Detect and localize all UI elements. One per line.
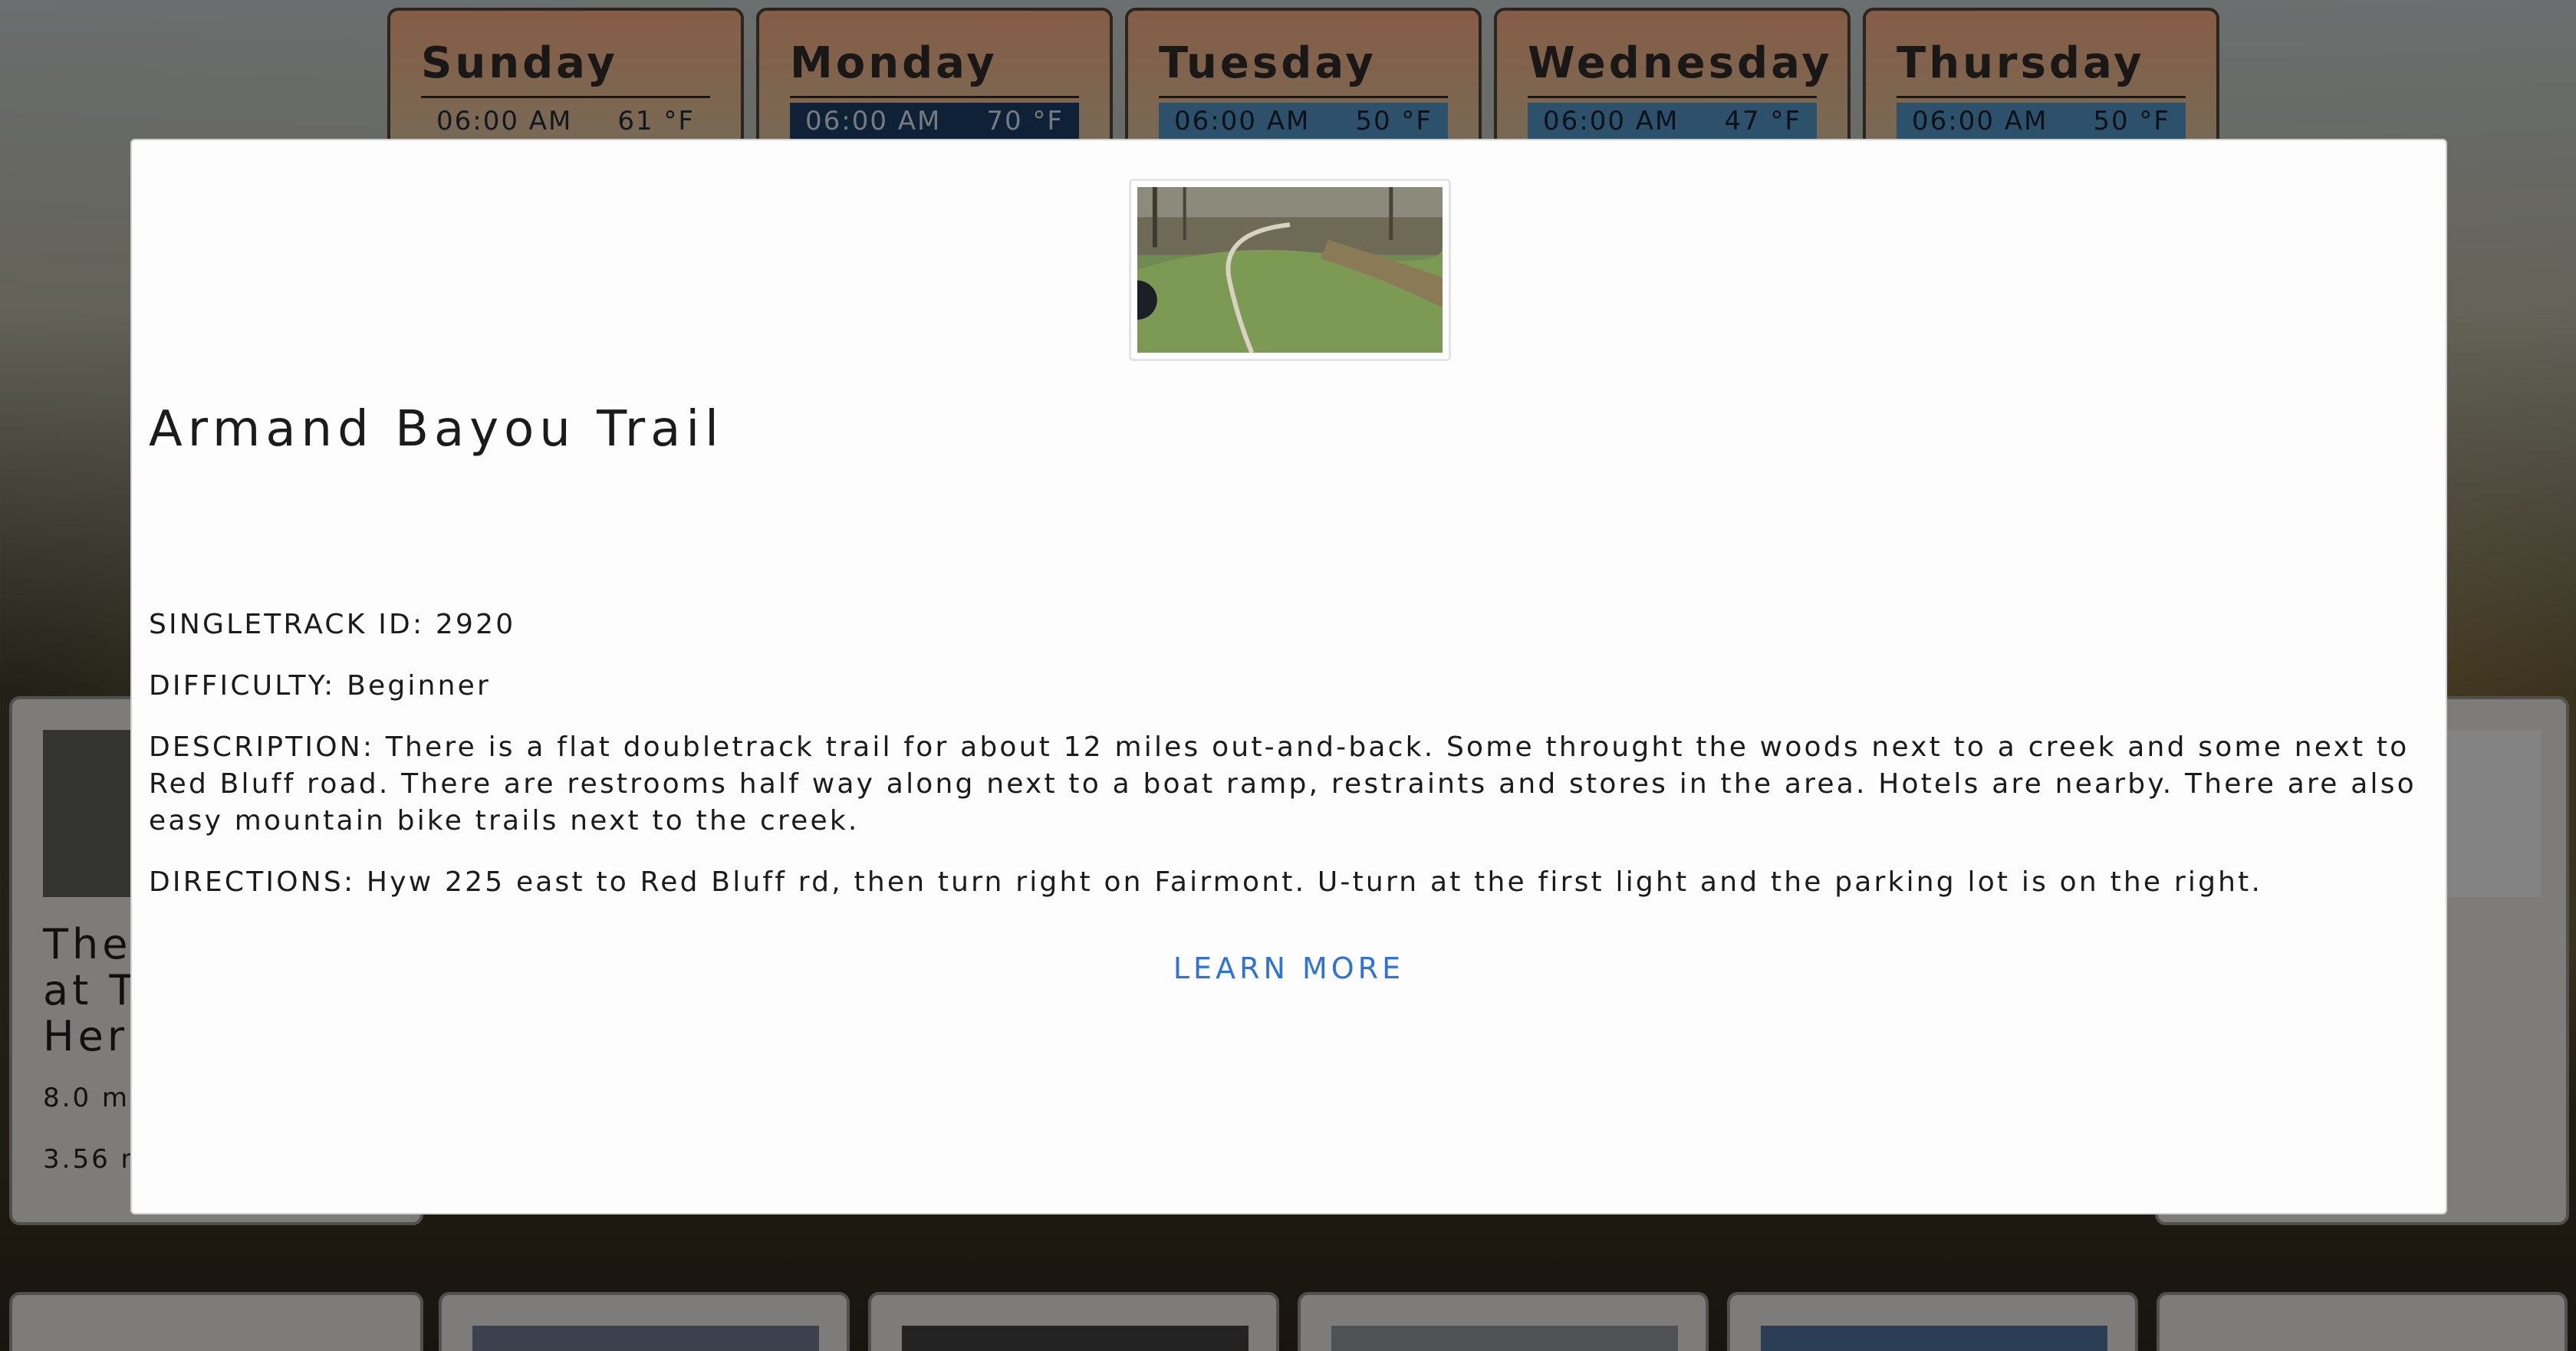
trail-detail-modal: Armand Bayou Trail SINGLETRACK ID: 2920 … — [130, 139, 2447, 1215]
learn-more-link[interactable]: LEARN MORE — [132, 952, 2446, 985]
trail-difficulty: DIFFICULTY: Beginner — [149, 670, 492, 702]
trail-title: Armand Bayou Trail — [149, 401, 724, 458]
trail-description: DESCRIPTION: There is a flat doubletrack… — [149, 731, 2416, 837]
trail-directions: DIRECTIONS: Hyw 225 east to Red Bluff rd… — [149, 866, 2263, 898]
trail-photo-image — [1137, 187, 1443, 353]
trail-photo — [1129, 179, 1451, 361]
trail-id: SINGLETRACK ID: 2920 — [149, 609, 516, 640]
